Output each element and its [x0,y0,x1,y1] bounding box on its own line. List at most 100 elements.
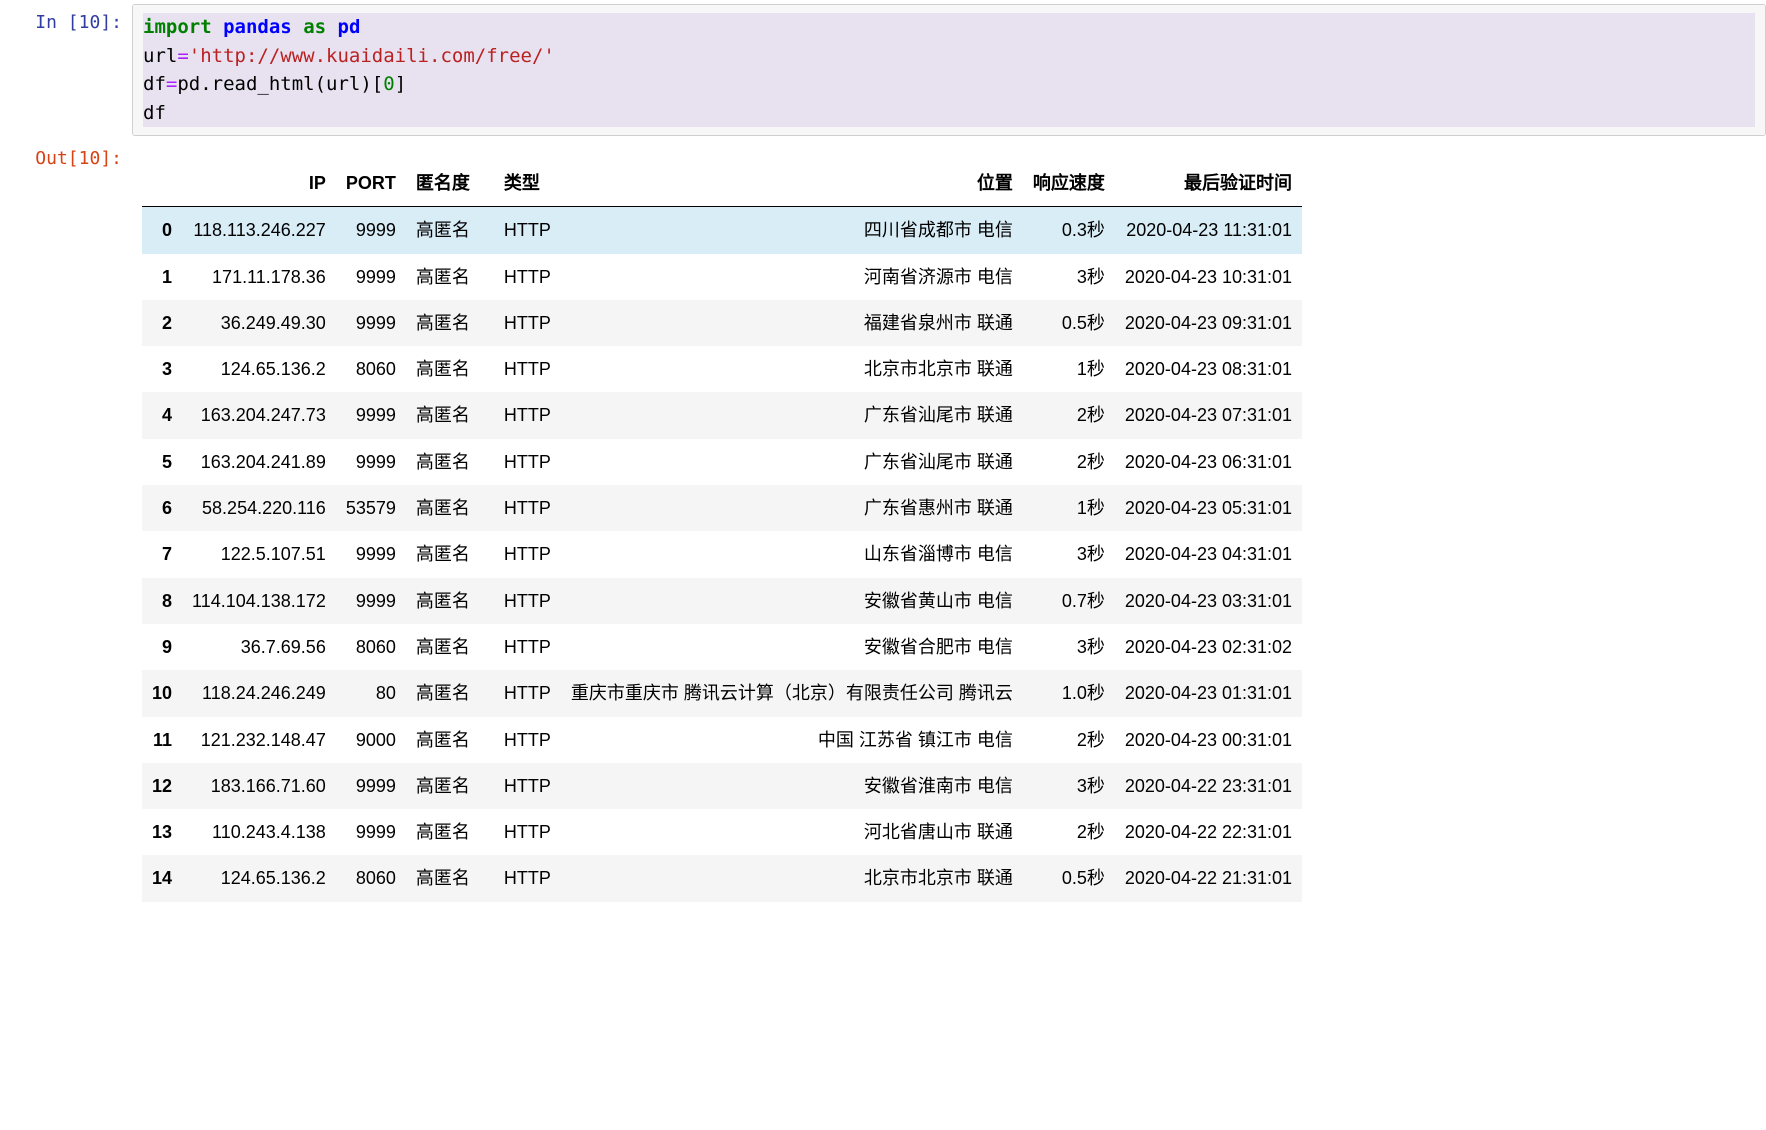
cell-最后验证时间: 2020-04-23 01:31:01 [1115,670,1302,716]
cell-PORT: 9999 [336,392,406,438]
cell-响应速度: 3秒 [1023,254,1115,300]
cell-最后验证时间: 2020-04-23 04:31:01 [1115,531,1302,577]
cell-匿名度: 高匿名 [406,485,480,531]
table-row: 4163.204.247.739999高匿名HTTP广东省汕尾市 联通2秒202… [142,392,1302,438]
op-eq-2: = [166,73,177,95]
output-area: IP PORT 匿名度 类型 位置 响应速度 最后验证时间 0118.113.2… [132,140,1766,902]
num-zero: 0 [383,73,394,95]
index-header [142,160,182,207]
cell-位置: 广东省惠州市 联通 [561,485,1023,531]
cell-位置: 重庆市重庆市 腾讯云计算（北京）有限责任公司 腾讯云 [561,670,1023,716]
input-cell: In [10]: import pandas as pd url='http:/… [0,0,1766,136]
output-prompt: Out[10]: [0,140,132,902]
cell-响应速度: 1秒 [1023,485,1115,531]
cell-类型: HTTP [480,207,561,254]
col-time: 最后验证时间 [1115,160,1302,207]
cell-匿名度: 高匿名 [406,809,480,855]
mod-pd: pd [338,16,361,38]
cell-最后验证时间: 2020-04-23 10:31:01 [1115,254,1302,300]
cell-最后验证时间: 2020-04-23 05:31:01 [1115,485,1302,531]
cell-类型: HTTP [480,439,561,485]
cell-匿名度: 高匿名 [406,855,480,901]
row-index: 6 [142,485,182,531]
cell-IP: 36.7.69.56 [182,624,336,670]
row-index: 13 [142,809,182,855]
code-input-area[interactable]: import pandas as pd url='http://www.kuai… [132,4,1766,136]
cell-类型: HTTP [480,531,561,577]
col-anon: 匿名度 [406,160,480,207]
col-type: 类型 [480,160,561,207]
input-prompt: In [10]: [0,4,132,136]
cell-类型: HTTP [480,670,561,716]
cell-IP: 122.5.107.51 [182,531,336,577]
str-url: 'http://www.kuaidaili.com/free/' [189,45,555,67]
cell-IP: 183.166.71.60 [182,763,336,809]
cell-类型: HTTP [480,346,561,392]
row-index: 1 [142,254,182,300]
row-index: 0 [142,207,182,254]
cell-PORT: 8060 [336,624,406,670]
cell-响应速度: 0.7秒 [1023,578,1115,624]
cell-匿名度: 高匿名 [406,670,480,716]
table-row: 936.7.69.568060高匿名HTTP安徽省合肥市 电信3秒2020-04… [142,624,1302,670]
cell-IP: 163.204.241.89 [182,439,336,485]
cell-PORT: 9999 [336,578,406,624]
col-ip: IP [182,160,336,207]
table-row: 10118.24.246.24980高匿名HTTP重庆市重庆市 腾讯云计算（北京… [142,670,1302,716]
row-index: 8 [142,578,182,624]
cell-PORT: 9999 [336,531,406,577]
cell-位置: 北京市北京市 联通 [561,855,1023,901]
cell-IP: 124.65.136.2 [182,346,336,392]
row-index: 14 [142,855,182,901]
op-eq-1: = [177,45,188,67]
cell-PORT: 9999 [336,763,406,809]
row-index: 2 [142,300,182,346]
cell-位置: 北京市北京市 联通 [561,346,1023,392]
table-row: 236.249.49.309999高匿名HTTP福建省泉州市 联通0.5秒202… [142,300,1302,346]
row-index: 5 [142,439,182,485]
code-block[interactable]: import pandas as pd url='http://www.kuai… [133,5,1765,135]
cell-位置: 安徽省黄山市 电信 [561,578,1023,624]
table-row: 12183.166.71.609999高匿名HTTP安徽省淮南市 电信3秒202… [142,763,1302,809]
cell-响应速度: 3秒 [1023,624,1115,670]
cell-类型: HTTP [480,717,561,763]
cell-IP: 110.243.4.138 [182,809,336,855]
cell-最后验证时间: 2020-04-23 00:31:01 [1115,717,1302,763]
row-index: 7 [142,531,182,577]
table-row: 7122.5.107.519999高匿名HTTP山东省淄博市 电信3秒2020-… [142,531,1302,577]
table-row: 5163.204.241.899999高匿名HTTP广东省汕尾市 联通2秒202… [142,439,1302,485]
cell-IP: 124.65.136.2 [182,855,336,901]
cell-IP: 58.254.220.116 [182,485,336,531]
table-row: 658.254.220.11653579高匿名HTTP广东省惠州市 联通1秒20… [142,485,1302,531]
dataframe-table: IP PORT 匿名度 类型 位置 响应速度 最后验证时间 0118.113.2… [142,160,1302,902]
output-cell: Out[10]: IP PORT 匿名度 类型 位置 响应速度 最后验证时间 0… [0,136,1766,902]
cell-IP: 121.232.148.47 [182,717,336,763]
expr-df: df [143,102,166,124]
cell-匿名度: 高匿名 [406,763,480,809]
cell-响应速度: 2秒 [1023,717,1115,763]
col-loc: 位置 [561,160,1023,207]
call-read: pd.read_html(url)[ [177,73,383,95]
cell-PORT: 9999 [336,207,406,254]
kw-as: as [303,16,326,38]
cell-响应速度: 0.5秒 [1023,300,1115,346]
cell-PORT: 9000 [336,717,406,763]
cell-PORT: 9999 [336,300,406,346]
cell-响应速度: 1秒 [1023,346,1115,392]
cell-PORT: 9999 [336,809,406,855]
cell-最后验证时间: 2020-04-22 23:31:01 [1115,763,1302,809]
col-speed: 响应速度 [1023,160,1115,207]
cell-PORT: 8060 [336,855,406,901]
cell-匿名度: 高匿名 [406,531,480,577]
cell-响应速度: 0.3秒 [1023,207,1115,254]
cell-最后验证时间: 2020-04-22 21:31:01 [1115,855,1302,901]
row-index: 3 [142,346,182,392]
cell-最后验证时间: 2020-04-23 08:31:01 [1115,346,1302,392]
cell-PORT: 9999 [336,254,406,300]
cell-IP: 163.204.247.73 [182,392,336,438]
cell-匿名度: 高匿名 [406,300,480,346]
cell-类型: HTTP [480,763,561,809]
cell-类型: HTTP [480,855,561,901]
row-index: 12 [142,763,182,809]
cell-匿名度: 高匿名 [406,717,480,763]
